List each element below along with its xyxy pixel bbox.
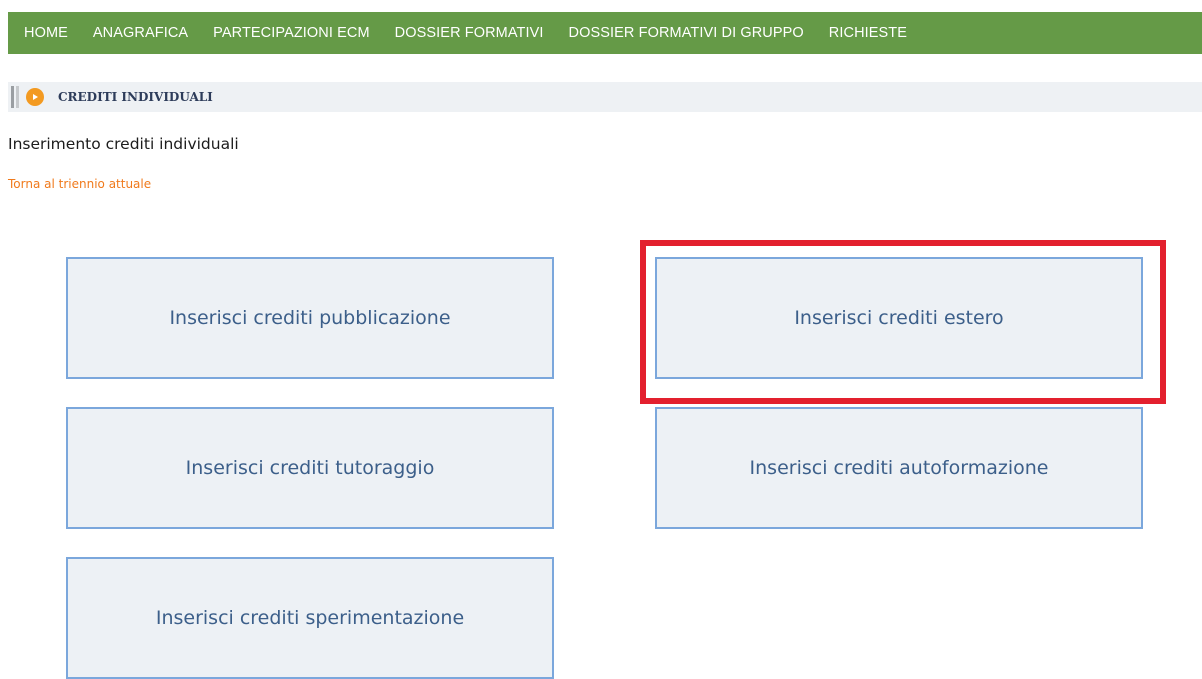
section-header: CREDITI INDIVIDUALI — [8, 82, 1202, 112]
nav-item-dossier-formativi-di-gruppo[interactable]: DOSSIER FORMATIVI DI GRUPPO — [569, 25, 804, 41]
nav-item-partecipazioni-ecm[interactable]: PARTECIPAZIONI ECM — [213, 25, 370, 41]
section-title: CREDITI INDIVIDUALI — [58, 90, 213, 104]
nav-item-anagrafica[interactable]: ANAGRAFICA — [93, 25, 188, 41]
insert-self-training-credits-button[interactable]: Inserisci crediti autoformazione — [655, 407, 1143, 529]
arrow-right-circle-icon — [26, 88, 44, 106]
top-navigation-bar: HOME ANAGRAFICA PARTECIPAZIONI ECM DOSSI… — [8, 12, 1202, 54]
nav-item-home[interactable]: HOME — [24, 25, 68, 41]
insert-foreign-credits-button[interactable]: Inserisci crediti estero — [655, 257, 1143, 379]
insert-experimentation-credits-button[interactable]: Inserisci crediti sperimentazione — [66, 557, 554, 679]
section-marker — [11, 86, 14, 108]
nav-item-dossier-formativi[interactable]: DOSSIER FORMATIVI — [395, 25, 544, 41]
section-marker-light — [16, 86, 19, 108]
page-heading: Inserimento crediti individuali — [8, 135, 239, 153]
back-to-current-triennium-link[interactable]: Torna al triennio attuale — [8, 177, 151, 191]
play-triangle-icon — [33, 94, 38, 100]
insert-tutoring-credits-button[interactable]: Inserisci crediti tutoraggio — [66, 407, 554, 529]
nav-item-richieste[interactable]: RICHIESTE — [829, 25, 907, 41]
insert-publication-credits-button[interactable]: Inserisci crediti pubblicazione — [66, 257, 554, 379]
